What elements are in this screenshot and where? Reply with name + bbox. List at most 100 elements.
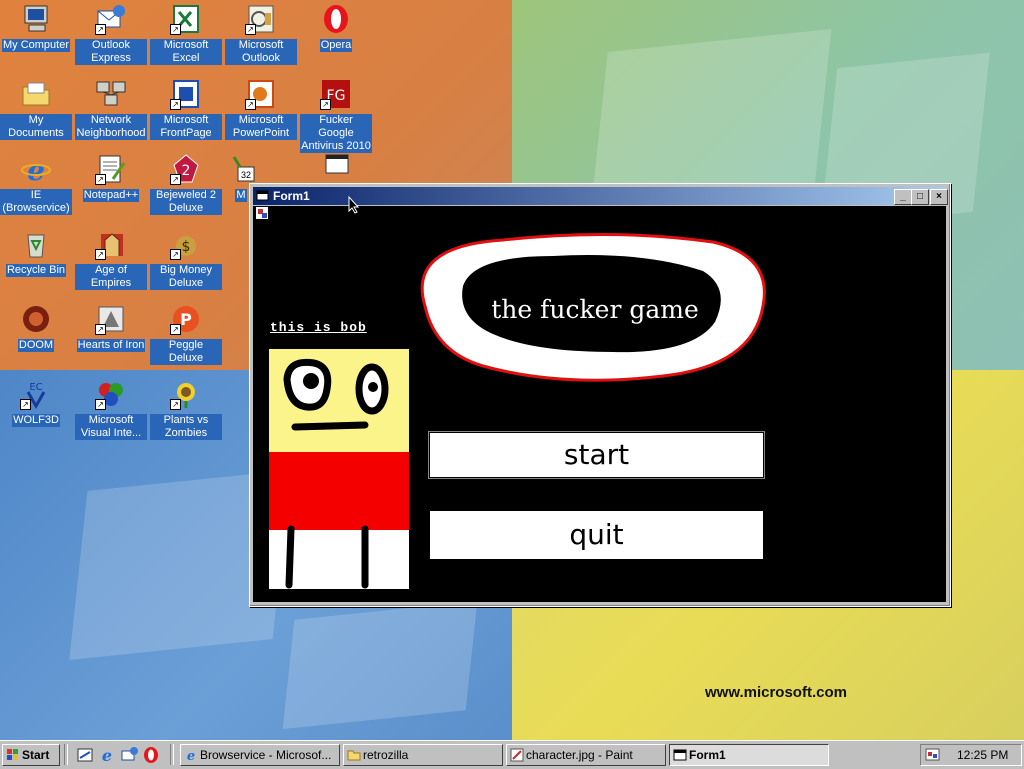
shortcut-arrow-icon: ↗ bbox=[320, 99, 331, 110]
bob-character-image bbox=[269, 349, 409, 589]
desktop-icon-outlook[interactable]: ↗ Microsoft Outlook bbox=[225, 3, 297, 65]
icon-label: Microsoft FrontPage bbox=[150, 114, 222, 140]
task-label: Form1 bbox=[689, 748, 726, 762]
svg-text:32: 32 bbox=[241, 170, 251, 180]
desktop-icon-outlook-express[interactable]: ↗ Outlook Express bbox=[75, 3, 147, 65]
desktop-icon-plants-vs-zombies[interactable]: ↗ Plants vs Zombies bbox=[150, 378, 222, 440]
icon-label: DOOM bbox=[17, 339, 55, 352]
shortcut-arrow-icon: ↗ bbox=[95, 174, 106, 185]
desktop-icon-age-of-empires[interactable]: ↗ Age of Empires bbox=[75, 228, 147, 290]
wallpaper-shape bbox=[282, 600, 478, 730]
desktop-icon-network[interactable]: Network Neighborhood bbox=[75, 78, 147, 140]
close-button[interactable]: × bbox=[930, 189, 948, 205]
start-button[interactable]: start bbox=[428, 431, 765, 479]
visual-interdev-icon: ↗ bbox=[95, 378, 127, 410]
system-tray: 12:25 PM bbox=[920, 744, 1022, 766]
desktop-icon-fg-antivirus[interactable]: FG ↗ Fucker Google Antivirus 2010 bbox=[300, 78, 372, 153]
desktop-icon-peggle[interactable]: P ↗ Peggle Deluxe bbox=[150, 303, 222, 365]
powerpoint-icon: ↗ bbox=[245, 78, 277, 110]
start-button[interactable]: Start bbox=[2, 744, 60, 766]
desktop-icon-ie[interactable]: e IE (Browservice) bbox=[0, 153, 72, 215]
recycle-bin-icon bbox=[20, 228, 52, 260]
taskbar-separator bbox=[170, 744, 174, 765]
desktop-icon-excel[interactable]: ↗ Microsoft Excel bbox=[150, 3, 222, 65]
taskbar-task-form1[interactable]: Form1 bbox=[669, 744, 829, 766]
wallpaper-watermark: www.microsoft.com bbox=[705, 684, 847, 701]
desktop-icon-my-documents[interactable]: My Documents bbox=[0, 78, 72, 140]
desktop-icon-recycle-bin[interactable]: Recycle Bin bbox=[0, 228, 72, 277]
svg-text:2: 2 bbox=[182, 163, 191, 179]
doom-icon bbox=[20, 303, 52, 335]
desktop-icon-my-computer[interactable]: My Computer bbox=[0, 3, 72, 52]
outlook-express-quicklaunch-icon[interactable] bbox=[120, 746, 138, 764]
paint-icon bbox=[510, 748, 524, 762]
svg-text:e: e bbox=[187, 749, 195, 762]
icon-label: Microsoft Visual Inte... bbox=[75, 414, 147, 440]
desktop-icon-opera[interactable]: Opera bbox=[300, 3, 372, 52]
desktop-icon-hearts-of-iron[interactable]: ↗ Hearts of Iron bbox=[75, 303, 147, 352]
icon-label: M bbox=[235, 189, 247, 202]
shortcut-arrow-icon: ↗ bbox=[95, 24, 106, 35]
desktop-icon-notepadpp[interactable]: ↗ Notepad++ bbox=[75, 153, 147, 202]
icon-label: Network Neighborhood bbox=[75, 114, 147, 140]
icon-label: Microsoft Excel bbox=[150, 39, 222, 65]
taskbar-task-browservice[interactable]: e Browservice - Microsof... bbox=[180, 744, 340, 766]
desktop-icon-doom[interactable]: DOOM bbox=[0, 303, 72, 352]
show-desktop-icon[interactable] bbox=[76, 746, 94, 764]
taskbar-clock[interactable]: 12:25 PM bbox=[957, 745, 1008, 765]
shortcut-arrow-icon: ↗ bbox=[170, 249, 181, 260]
taskbar-task-paint[interactable]: character.jpg - Paint bbox=[506, 744, 666, 766]
opera-quicklaunch-icon[interactable] bbox=[142, 746, 160, 764]
maximize-button[interactable]: □ bbox=[911, 189, 929, 205]
icon-label: Microsoft Outlook bbox=[225, 39, 297, 65]
hearts-of-iron-icon: ↗ bbox=[95, 303, 127, 335]
icon-label: My Computer bbox=[1, 39, 71, 52]
shortcut-arrow-icon: ↗ bbox=[95, 324, 106, 335]
desktop-icon-big-money[interactable]: $ ↗ Big Money Deluxe bbox=[150, 228, 222, 290]
desktop-icon-window[interactable] bbox=[300, 150, 372, 182]
desktop-icon-wolf3d[interactable]: EC ↗ WOLF3D bbox=[0, 378, 72, 427]
icon-label: IE (Browservice) bbox=[0, 189, 72, 215]
game-title-bubble: the fucker game bbox=[413, 226, 773, 391]
shortcut-arrow-icon: ↗ bbox=[20, 399, 31, 410]
age-of-empires-icon: ↗ bbox=[95, 228, 127, 260]
window-icon bbox=[320, 150, 352, 182]
svg-text:e: e bbox=[27, 154, 45, 185]
svg-text:EC: EC bbox=[29, 382, 42, 393]
icon-label: Recycle Bin bbox=[5, 264, 67, 277]
outlook-express-icon: ↗ bbox=[95, 3, 127, 35]
folder-icon bbox=[347, 748, 361, 762]
icon-label: Age of Empires bbox=[75, 264, 147, 290]
network-icon bbox=[95, 78, 127, 110]
desktop-icon-bejeweled[interactable]: 2 ↗ Bejeweled 2 Deluxe bbox=[150, 153, 222, 215]
desktop-icon-frontpage[interactable]: ↗ Microsoft FrontPage bbox=[150, 78, 222, 140]
svg-text:e: e bbox=[102, 746, 112, 764]
folder-icon bbox=[20, 78, 52, 110]
computer-icon bbox=[20, 3, 52, 35]
window-icon bbox=[256, 189, 269, 202]
form1-window[interactable]: Form1 _ □ × this is bob the fucker game … bbox=[249, 183, 951, 607]
minimize-button[interactable]: _ bbox=[894, 189, 912, 205]
notepad-icon: ↗ bbox=[95, 153, 127, 185]
desktop-icon-visual-interdev[interactable]: ↗ Microsoft Visual Inte... bbox=[75, 378, 147, 440]
taskbar: Start e e Browservice - Microsof... retr… bbox=[0, 740, 1024, 769]
bob-caption: this is bob bbox=[270, 320, 367, 335]
svg-text:P: P bbox=[180, 310, 192, 329]
icon-label: Big Money Deluxe bbox=[150, 264, 222, 290]
icon-label: Plants vs Zombies bbox=[150, 414, 222, 440]
shortcut-arrow-icon: ↗ bbox=[170, 399, 181, 410]
ie-quicklaunch-icon[interactable]: e bbox=[98, 746, 116, 765]
icon-label: Peggle Deluxe bbox=[150, 339, 222, 365]
windows-logo-icon bbox=[6, 748, 20, 762]
quit-button[interactable]: quit bbox=[429, 510, 764, 560]
window-icon bbox=[673, 748, 687, 762]
fg-antivirus-icon: FG ↗ bbox=[320, 78, 352, 110]
taskbar-separator bbox=[64, 744, 68, 765]
app-icon bbox=[255, 206, 269, 220]
taskbar-task-retrozilla[interactable]: retrozilla bbox=[343, 744, 503, 766]
desktop-icon-powerpoint[interactable]: ↗ Microsoft PowerPoint bbox=[225, 78, 297, 140]
icon-label: Notepad++ bbox=[82, 189, 140, 202]
tray-app-icon[interactable] bbox=[925, 747, 941, 763]
icon-label: My Documents bbox=[0, 114, 72, 140]
big-money-icon: $ ↗ bbox=[170, 228, 202, 260]
